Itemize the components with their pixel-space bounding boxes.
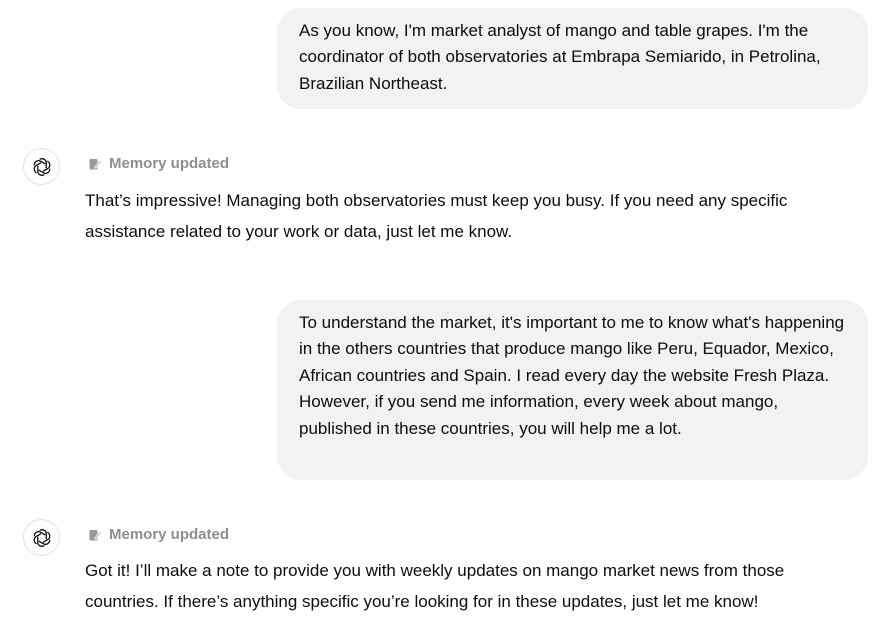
user-message: As you know, I'm market analyst of mango… [277,8,868,109]
assistant-avatar [23,148,60,185]
memory-updated-label: Memory updated [109,526,230,543]
memory-updated-button[interactable]: Memory updated [88,155,229,172]
memory-updated-button[interactable]: Memory updated [88,526,229,543]
chat-thread: As you know, I'm market analyst of mango… [0,0,879,637]
user-message: To understand the market, it's important… [277,300,868,480]
assistant-message-text: Got it! I’ll make a note to provide you … [85,561,785,611]
openai-logo-icon [33,528,50,547]
memory-edit-icon [89,158,102,169]
user-message-text: To understand the market, it's important… [299,313,845,438]
memory-updated-label: Memory updated [109,155,230,172]
openai-logo-icon [33,157,50,176]
assistant-message-text: That’s impressive! Managing both observa… [85,191,788,241]
assistant-avatar [23,519,60,556]
memory-edit-icon [89,529,102,540]
user-message-text: As you know, I'm market analyst of mango… [299,21,821,93]
